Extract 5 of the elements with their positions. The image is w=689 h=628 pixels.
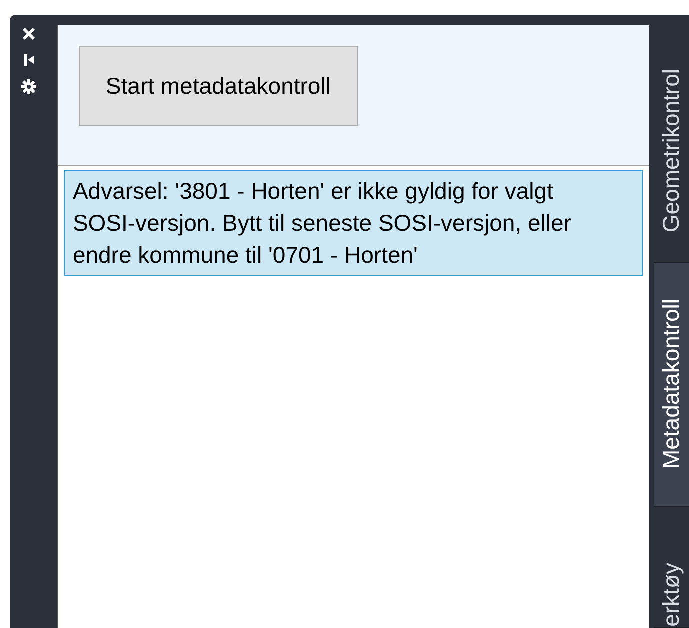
warning-message[interactable]: Advarsel: '3801 - Horten' er ikke gyldig for valgt SOSI-versjon. Bytt til seneste SOSI-versjon, eller endre kommune til '0701 - Horten' — [64, 170, 644, 276]
start-button[interactable]: Start metadatakontroll — [78, 46, 358, 126]
settings-icon[interactable] — [21, 79, 38, 95]
close-icon[interactable] — [22, 27, 36, 41]
side-tab[interactable]: Metadatakontroll — [654, 263, 689, 507]
